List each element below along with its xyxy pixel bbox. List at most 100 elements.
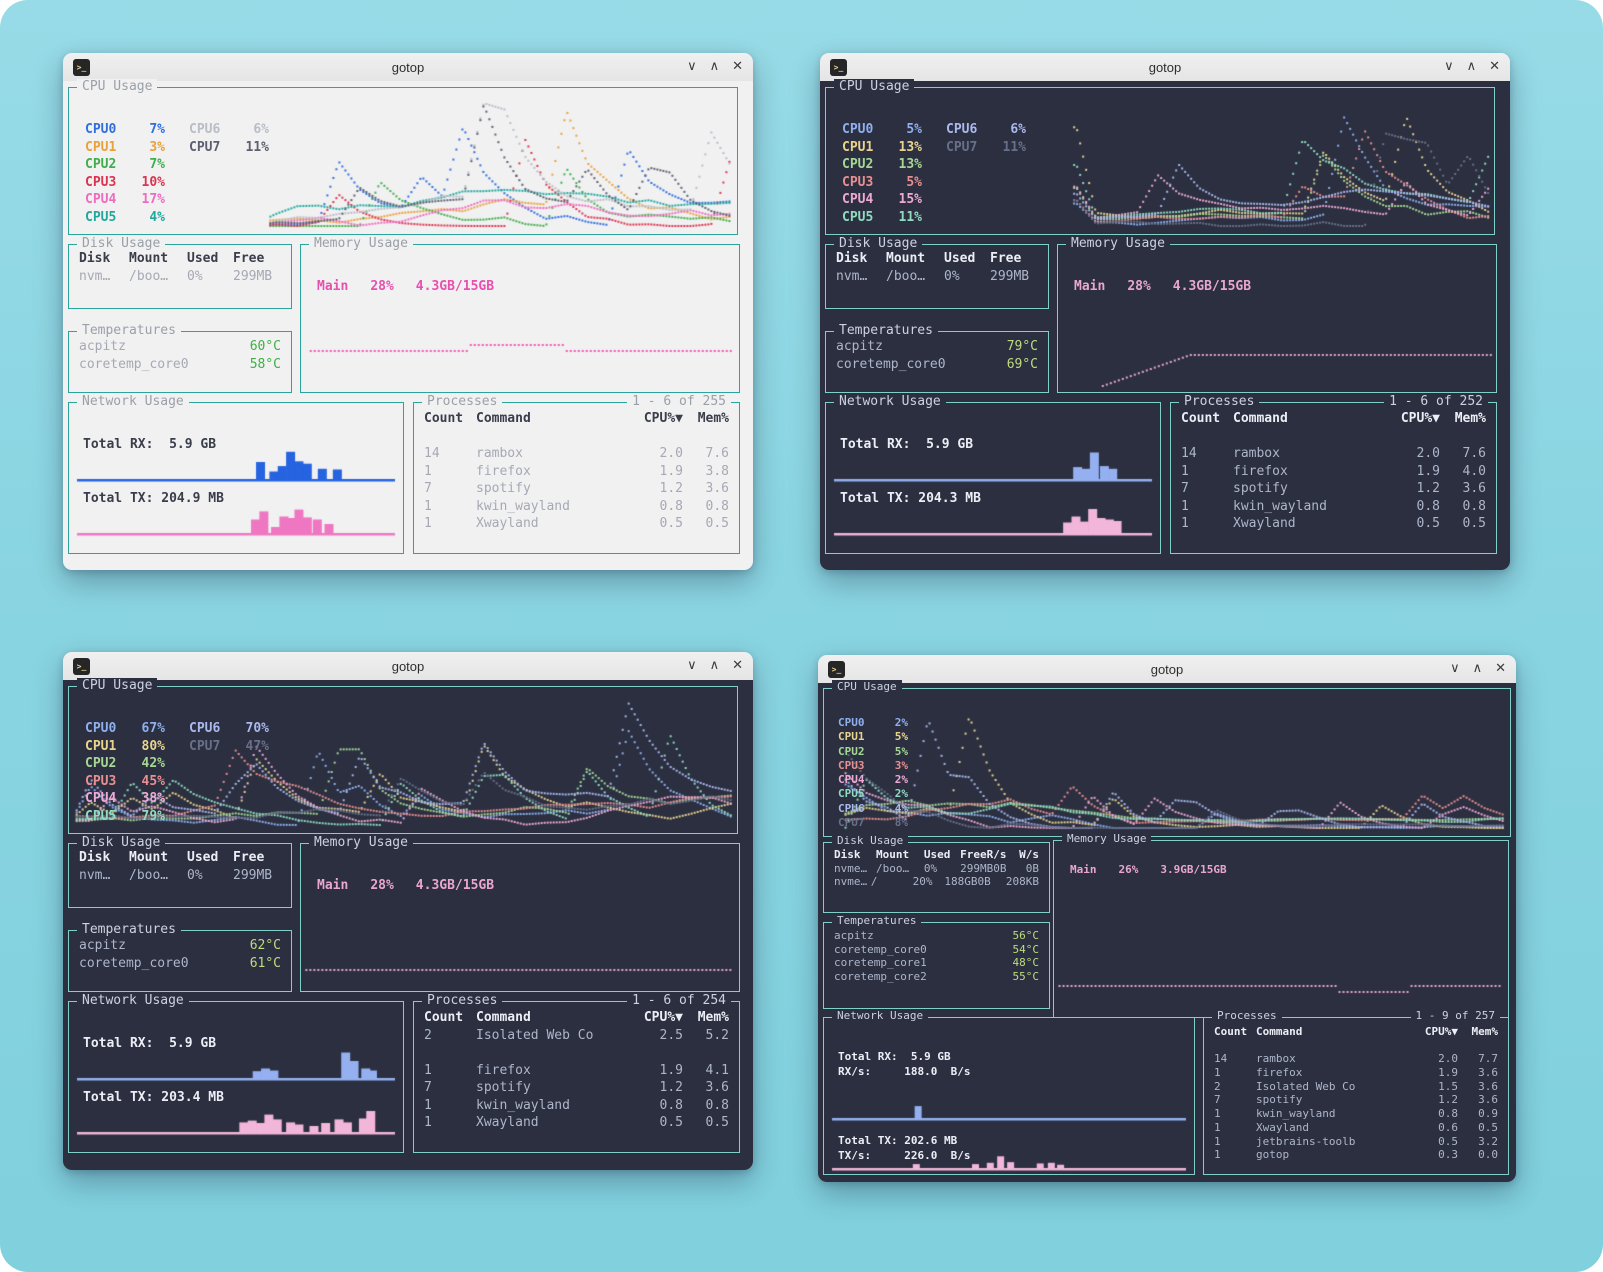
memory-detail: 4.3GB/15GB (416, 878, 494, 893)
close-icon[interactable]: ✕ (1495, 655, 1506, 683)
process-row[interactable]: 1kwin_wayland0.80.8 (424, 498, 729, 516)
temperatures-panel: Temperatures acpitz79°Ccoretemp_core069°… (825, 331, 1049, 393)
cpu-legend-item: CPU417% (85, 192, 165, 210)
process-row[interactable]: 14rambox2.07.6 (1181, 445, 1486, 463)
memory-percent: 28% (1127, 279, 1150, 294)
memory-percent: 28% (370, 878, 393, 893)
process-row[interactable] (424, 428, 729, 446)
process-row[interactable]: 7spotify1.23.6 (1181, 480, 1486, 498)
network-rx-rate (840, 455, 879, 470)
network-rx-rate: RX/s: 188.0 B/s (838, 1065, 970, 1078)
terminal-content: CPU Usage CPU07%CPU13%CPU27%CPU310%CPU41… (63, 81, 753, 570)
window-titlebar[interactable]: >_ gotop ∨ ∧ ✕ (63, 652, 753, 681)
disk-usage-panel: Disk Usage DiskMountUsedFreeR/sW/snvme…/… (823, 842, 1050, 913)
network-usage-panel: Network Usage Total RX: 5.9 GB Total TX:… (68, 402, 404, 554)
memory-label: Main (317, 279, 348, 294)
memory-readout: Main28%4.3GB/15GB (317, 878, 516, 893)
maximize-icon[interactable]: ∧ (1467, 53, 1477, 81)
process-row[interactable]: 1firefox1.94.1 (424, 1062, 729, 1080)
close-icon[interactable]: ✕ (1489, 53, 1500, 81)
process-row[interactable]: 1kwin_wayland0.80.8 (424, 1097, 729, 1115)
process-row[interactable] (1181, 428, 1486, 446)
memory-chart (301, 844, 739, 991)
cpu-usage-chart (824, 689, 1510, 836)
process-header: CountCommandCPU%▼Mem% (1181, 410, 1486, 428)
network-usage-panel: Network Usage Total RX: 5.9 GB Total TX:… (68, 1001, 404, 1153)
panel-title: Temperatures (77, 922, 181, 937)
temps-list: acpitz60°Ccoretemp_core058°C (69, 332, 291, 373)
minimize-icon[interactable]: ∨ (687, 53, 697, 81)
memory-label: Main (1074, 279, 1105, 294)
minimize-icon[interactable]: ∨ (1450, 655, 1460, 683)
memory-readout: Main28%4.3GB/15GB (1074, 279, 1273, 294)
process-header: CountCommandCPU%▼Mem% (1214, 1025, 1498, 1039)
maximize-icon[interactable]: ∧ (710, 53, 720, 81)
process-row[interactable]: 2Isolated Web Co2.55.2 (424, 1027, 729, 1045)
maximize-icon[interactable]: ∧ (1473, 655, 1483, 683)
cpu-usage-panel: CPU Usage CPU02%CPU15%CPU25%CPU33%CPU42%… (823, 688, 1511, 837)
minimize-icon[interactable]: ∨ (687, 652, 697, 680)
gotop-window-1: >_ gotop ∨ ∧ ✕ CPU Usage CPU07%CPU13%CPU… (63, 53, 753, 570)
window-titlebar[interactable]: >_ gotop ∨ ∧ ✕ (63, 53, 753, 82)
panel-title: Temperatures (834, 323, 938, 338)
cpu-legend-item: CPU747% (189, 739, 269, 757)
process-row[interactable]: 1kwin_wayland0.80.9 (1214, 1107, 1498, 1121)
cpu-legend-item: CPU579% (85, 809, 165, 827)
process-row[interactable]: 1firefox1.94.0 (1181, 463, 1486, 481)
process-row[interactable]: 1Xwayland0.50.5 (1181, 515, 1486, 533)
panel-title: Network Usage (77, 394, 189, 409)
temperature-row: acpitz62°C (79, 937, 281, 955)
temperature-row: coretemp_core058°C (79, 356, 281, 374)
process-row[interactable] (424, 1044, 729, 1062)
network-tx-total: Total TX: 204.3 MB (840, 491, 981, 506)
process-row[interactable]: 1Xwayland0.50.5 (424, 515, 729, 533)
memory-usage-panel: Memory Usage Main28%4.3GB/15GB (1057, 244, 1497, 393)
disk-table: DiskMountUsedFreeR/sW/snvme…/boo…0%299MB… (824, 843, 1049, 889)
window-titlebar[interactable]: >_ gotop ∨ ∧ ✕ (820, 53, 1510, 82)
process-row[interactable]: 1jetbrains-toolb0.53.2 (1214, 1135, 1498, 1149)
minimize-icon[interactable]: ∨ (1444, 53, 1454, 81)
network-tx-rate (83, 1108, 122, 1123)
network-rx-total: Total RX: 5.9 GB (83, 1036, 216, 1051)
process-row[interactable]: 1gotop0.30.0 (1214, 1148, 1498, 1162)
process-row[interactable]: 7spotify1.23.6 (424, 480, 729, 498)
process-row[interactable]: 14rambox2.07.7 (1214, 1052, 1498, 1066)
process-row[interactable] (1214, 1039, 1498, 1053)
gotop-window-4: >_ gotop ∨ ∧ ✕ CPU Usage CPU02%CPU15%CPU… (818, 655, 1516, 1182)
disk-row: nvm…/boo…0%299MB (79, 867, 281, 885)
network-chart (826, 403, 1160, 553)
disk-row: nvm…/boo…0%299MB (79, 268, 281, 286)
process-row[interactable]: 1firefox1.93.6 (1214, 1066, 1498, 1080)
panel-title: CPU Usage (834, 79, 914, 94)
window-title: gotop (818, 662, 1516, 677)
maximize-icon[interactable]: ∧ (710, 652, 720, 680)
temperatures-panel: Temperatures acpitz60°Ccoretemp_core058°… (68, 331, 292, 393)
cpu-legend-item: CPU242% (85, 756, 165, 774)
memory-readout: Main28%4.3GB/15GB (317, 279, 516, 294)
close-icon[interactable]: ✕ (732, 652, 743, 680)
process-row[interactable]: 14rambox2.07.6 (424, 445, 729, 463)
window-titlebar[interactable]: >_ gotop ∨ ∧ ✕ (818, 655, 1516, 684)
memory-chart (301, 245, 739, 392)
cpu-legend-item: CPU78% (838, 816, 908, 830)
memory-percent: 28% (370, 279, 393, 294)
disk-usage-panel: Disk Usage DiskMountUsedFreenvm…/boo…0%2… (68, 244, 292, 309)
panel-title: Memory Usage (309, 835, 413, 850)
process-row[interactable]: 7spotify1.23.6 (424, 1079, 729, 1097)
process-row[interactable]: 1kwin_wayland0.80.8 (1181, 498, 1486, 516)
close-icon[interactable]: ✕ (732, 53, 743, 81)
cpu-legend-item: CPU66% (946, 122, 1026, 140)
cpu-legend-item: CPU52% (838, 787, 908, 801)
cpu-legend: CPU07%CPU13%CPU27%CPU310%CPU417%CPU54%CP… (85, 122, 269, 227)
panel-title: Network Usage (834, 394, 946, 409)
disk-row: nvm…/boo…0%299MB (836, 268, 1038, 286)
process-row[interactable]: 7spotify1.23.6 (1214, 1093, 1498, 1107)
process-row[interactable]: 1firefox1.93.8 (424, 463, 729, 481)
process-row[interactable]: 2Isolated Web Co1.53.6 (1214, 1080, 1498, 1094)
cpu-legend-item: CPU05% (842, 122, 922, 140)
cpu-usage-panel: CPU Usage CPU05%CPU113%CPU213%CPU35%CPU4… (825, 87, 1495, 235)
panel-title: Temperatures (77, 323, 181, 338)
process-row[interactable]: 1Xwayland0.60.5 (1214, 1121, 1498, 1135)
memory-chart (1058, 245, 1496, 392)
process-row[interactable]: 1Xwayland0.50.5 (424, 1114, 729, 1132)
